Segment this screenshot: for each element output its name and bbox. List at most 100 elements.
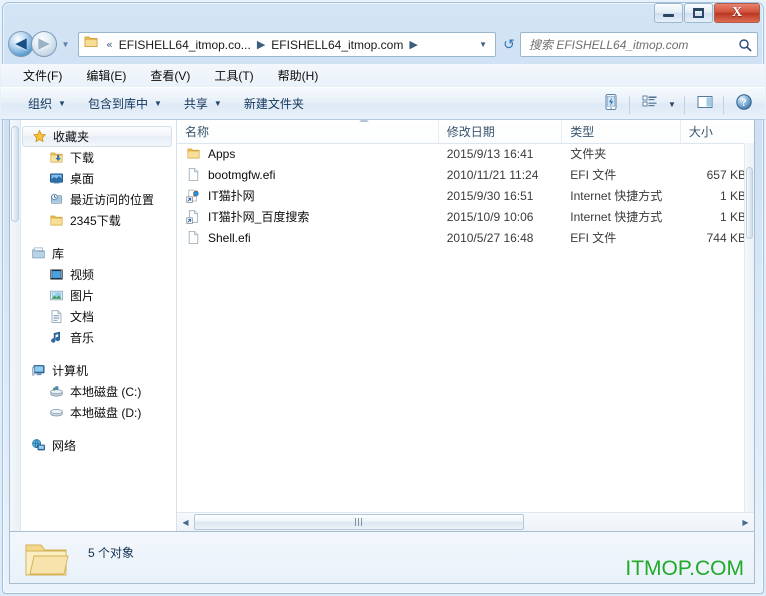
- address-breadcrumb-bar[interactable]: « EFISHELL64_itmop.co... ▶ EFISHELL64_it…: [78, 32, 496, 57]
- sidebar-item-libraries[interactable]: 库: [22, 243, 176, 264]
- navigation-scroll-thumb[interactable]: [11, 126, 19, 222]
- table-row[interactable]: IT猫扑网_百度搜索 2015/10/9 10:06 Internet 快捷方式…: [177, 206, 754, 227]
- file-size: [681, 143, 754, 164]
- internet-shortcut-icon: [185, 188, 201, 204]
- video-icon: [48, 267, 64, 283]
- preview-pane-button[interactable]: [692, 92, 718, 118]
- sidebar-label-recent-places: 最近访问的位置: [70, 193, 155, 207]
- file-date: 2010/11/21 11:24: [446, 167, 539, 182]
- column-header-type[interactable]: 类型: [562, 120, 681, 143]
- sidebar-label-downloads: 下载: [70, 151, 95, 165]
- sidebar-item-computer[interactable]: 计算机: [22, 360, 176, 381]
- sidebar-item-recent-places[interactable]: 最近访问的位置: [22, 189, 176, 210]
- star-icon: [31, 129, 47, 145]
- navigation-pane-scrollbar[interactable]: [10, 120, 21, 531]
- open-folder-icon: [22, 540, 70, 583]
- sidebar-item-network[interactable]: 网络: [22, 435, 176, 456]
- sidebar-item-documents[interactable]: 文档: [22, 306, 176, 327]
- drive-icon: [48, 405, 64, 421]
- share-label: 共享: [183, 97, 208, 111]
- file-list-vertical-scrollbar[interactable]: [744, 143, 754, 513]
- horizontal-scroll-track[interactable]: [194, 514, 737, 530]
- help-button[interactable]: ?: [731, 92, 757, 118]
- table-row[interactable]: IT猫扑网 2015/9/30 16:51 Internet 快捷方式 1 KB: [177, 185, 754, 206]
- column-header-size[interactable]: 大小: [681, 120, 754, 143]
- sidebar-label-drive-d: 本地磁盘 (D:): [70, 406, 142, 420]
- breadcrumb-item-2[interactable]: EFISHELL64_itmop.com: [269, 36, 405, 54]
- file-list-pane: 名称 修改日期 类型 大小 Apps 2015/9/13 16:41 文件夹 b…: [176, 120, 754, 531]
- computer-icon: [30, 363, 46, 379]
- view-dropdown-button[interactable]: ▼: [665, 92, 679, 118]
- sidebar-label-network: 网络: [52, 439, 77, 453]
- sidebar-item-drive-c[interactable]: 本地磁盘 (C:): [22, 381, 176, 402]
- menu-edit[interactable]: 编辑(E): [76, 65, 136, 86]
- recent-pages-dropdown[interactable]: ▼: [60, 37, 71, 51]
- file-list-horizontal-scrollbar[interactable]: ◀ ▶: [177, 512, 754, 531]
- sidebar-item-pictures[interactable]: 图片: [22, 285, 176, 306]
- menu-file[interactable]: 文件(F): [13, 65, 72, 86]
- menu-view[interactable]: 查看(V): [140, 65, 200, 86]
- sidebar-item-2345-downloads[interactable]: 2345下载: [22, 210, 176, 231]
- sidebar-gap-3: [22, 423, 176, 435]
- sidebar-item-favorites[interactable]: 收藏夹: [22, 126, 172, 147]
- scroll-left-arrow-icon[interactable]: ◀: [177, 514, 194, 531]
- share-button[interactable]: 共享 ▼: [175, 91, 231, 116]
- address-dropdown-icon[interactable]: ▼: [475, 40, 495, 49]
- table-row[interactable]: Shell.efi 2010/5/27 16:48 EFI 文件 744 KB: [177, 227, 754, 248]
- sidebar-label-documents: 文档: [70, 310, 95, 324]
- navigation-tree: 收藏夹 下载 桌面 最近访问的位置 2345下载 库 视频 图片 文档 音乐 计…: [22, 120, 176, 531]
- chevron-down-icon: ▼: [668, 100, 676, 109]
- file-rows: Apps 2015/9/13 16:41 文件夹 bootmgfw.efi 20…: [177, 143, 754, 513]
- close-button[interactable]: X: [714, 2, 760, 23]
- breadcrumb-separator-2[interactable]: ▶: [405, 38, 421, 51]
- menu-tools[interactable]: 工具(T): [204, 65, 263, 86]
- sidebar-item-drive-d[interactable]: 本地磁盘 (D:): [22, 402, 176, 423]
- search-box[interactable]: 搜索 EFISHELL64_itmop.com: [520, 32, 758, 57]
- column-header-date[interactable]: 修改日期: [439, 120, 563, 143]
- breadcrumb-separator-1[interactable]: ▶: [253, 38, 269, 51]
- new-folder-button[interactable]: 新建文件夹: [235, 91, 313, 116]
- sidebar-item-desktop[interactable]: 桌面: [22, 168, 176, 189]
- maximize-button[interactable]: [684, 2, 713, 23]
- organize-button[interactable]: 组织 ▼: [19, 91, 75, 116]
- sidebar-item-downloads[interactable]: 下载: [22, 147, 176, 168]
- sidebar-item-videos[interactable]: 视频: [22, 264, 176, 285]
- file-size: 1 KB: [719, 188, 746, 203]
- menu-help[interactable]: 帮助(H): [268, 65, 329, 86]
- breadcrumb-double-chevron[interactable]: «: [102, 38, 117, 51]
- title-bar[interactable]: X: [0, 0, 766, 26]
- column-label-size: 大小: [688, 125, 713, 139]
- refresh-button[interactable]: ↺: [499, 34, 519, 55]
- sidebar-gap-1: [22, 231, 176, 243]
- file-type: Internet 快捷方式: [570, 189, 663, 203]
- file-name-cell: IT猫扑网_百度搜索: [177, 206, 439, 227]
- column-header-name[interactable]: 名称: [177, 120, 439, 143]
- change-view-button[interactable]: [637, 92, 663, 118]
- organize-label: 组织: [28, 97, 53, 111]
- table-row[interactable]: bootmgfw.efi 2010/11/21 11:24 EFI 文件 657…: [177, 164, 754, 185]
- search-input[interactable]: 搜索 EFISHELL64_itmop.com: [521, 36, 733, 53]
- horizontal-scroll-thumb[interactable]: [194, 514, 524, 530]
- navigation-pane: 收藏夹 下载 桌面 最近访问的位置 2345下载 库 视频 图片 文档 音乐 计…: [10, 120, 176, 531]
- sidebar-label-pictures: 图片: [70, 289, 95, 303]
- vertical-scroll-thumb[interactable]: [746, 167, 753, 239]
- table-row[interactable]: Apps 2015/9/13 16:41 文件夹: [177, 143, 754, 164]
- help-icon: ?: [735, 93, 753, 116]
- preview-pane-icon: [696, 93, 714, 116]
- forward-button[interactable]: ▶: [31, 31, 57, 57]
- downloads-icon: [48, 150, 64, 166]
- item-count-text: 5 个对象: [88, 546, 135, 560]
- forward-arrow-icon: ▶: [38, 34, 50, 52]
- sidebar-item-music[interactable]: 音乐: [22, 327, 176, 348]
- chevron-down-icon: ▼: [61, 39, 70, 49]
- chevron-down-icon: ▼: [58, 99, 66, 108]
- file-name-cell: Shell.efi: [177, 227, 439, 248]
- sort-ascending-icon: [359, 120, 369, 125]
- file-name: Apps: [208, 146, 236, 161]
- breadcrumb-item-1[interactable]: EFISHELL64_itmop.co...: [117, 36, 253, 54]
- include-in-library-button[interactable]: 包含到库中 ▼: [79, 91, 171, 116]
- mobile-sync-button[interactable]: [598, 92, 624, 118]
- scroll-right-arrow-icon[interactable]: ▶: [737, 514, 754, 531]
- minimize-button[interactable]: [654, 2, 683, 23]
- generic-file-icon: [185, 230, 201, 246]
